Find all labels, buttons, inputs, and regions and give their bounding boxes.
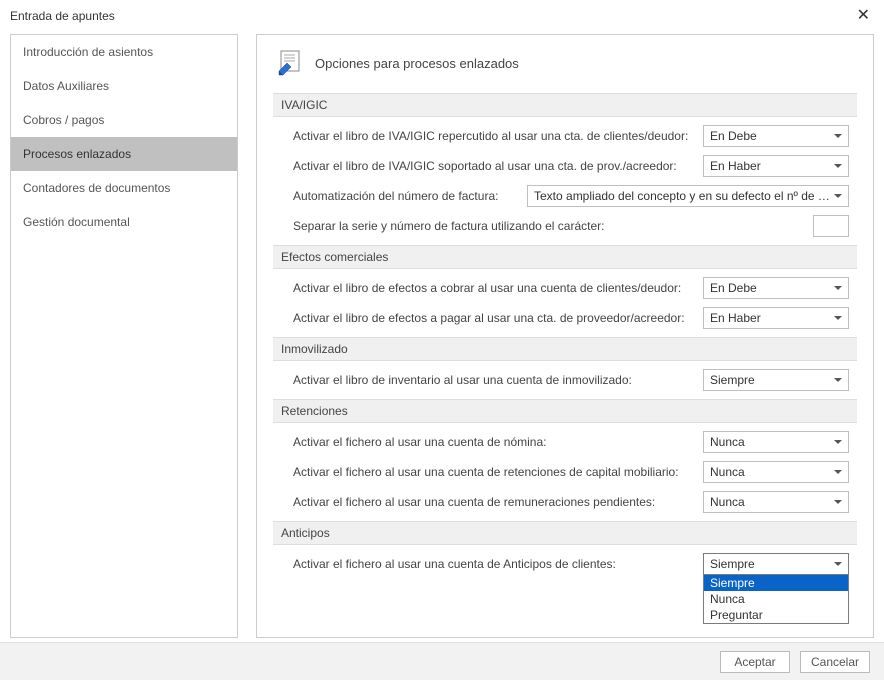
sidebar-item-datos-auxiliares[interactable]: Datos Auxiliares [11, 69, 237, 103]
label-inventario: Activar el libro de inventario al usar u… [293, 373, 693, 387]
window-title: Entrada de apuntes [10, 9, 115, 23]
cancel-button[interactable]: Cancelar [800, 651, 870, 673]
combo-inventario[interactable]: Siempre [703, 369, 849, 391]
row-efectos-cobrar: Activar el libro de efectos a cobrar al … [273, 273, 857, 303]
label-autofactura: Automatización del número de factura: [293, 189, 498, 203]
row-ret-nomina: Activar el fichero al usar una cuenta de… [273, 427, 857, 457]
dropdown-item-siempre[interactable]: Siempre [704, 575, 848, 591]
chevron-down-icon [834, 194, 842, 198]
row-efectos-pagar: Activar el libro de efectos a pagar al u… [273, 303, 857, 333]
chevron-down-icon [834, 286, 842, 290]
titlebar: Entrada de apuntes ✕ [0, 0, 884, 30]
combo-ret-nomina[interactable]: Nunca [703, 431, 849, 453]
row-ret-remun: Activar el fichero al usar una cuenta de… [273, 487, 857, 517]
content-area: Introducción de asientos Datos Auxiliare… [0, 30, 884, 638]
label-ret-capital: Activar el fichero al usar una cuenta de… [293, 465, 693, 479]
sidebar-item-introduccion[interactable]: Introducción de asientos [11, 35, 237, 69]
sidebar-item-contadores[interactable]: Contadores de documentos [11, 171, 237, 205]
combo-autofactura[interactable]: Texto ampliado del concepto y en su defe… [527, 185, 849, 207]
main-title: Opciones para procesos enlazados [315, 56, 519, 71]
chevron-down-icon [834, 500, 842, 504]
chevron-down-icon [834, 440, 842, 444]
combo-iva-soportado[interactable]: En Haber [703, 155, 849, 177]
combo-iva-repercutido[interactable]: En Debe [703, 125, 849, 147]
dropdown-anticipos-clientes: Siempre Nunca Preguntar [703, 574, 849, 624]
label-iva-repercutido: Activar el libro de IVA/IGIC repercutido… [293, 129, 693, 143]
chevron-down-icon [834, 470, 842, 474]
combo-ret-remun[interactable]: Nunca [703, 491, 849, 513]
sidebar-item-cobros-pagos[interactable]: Cobros / pagos [11, 103, 237, 137]
label-ret-nomina: Activar el fichero al usar una cuenta de… [293, 435, 693, 449]
chevron-down-icon [834, 164, 842, 168]
sidebar: Introducción de asientos Datos Auxiliare… [10, 34, 238, 638]
combo-anticipos-clientes[interactable]: Siempre Siempre Nunca Preguntar [703, 553, 849, 575]
label-ret-remun: Activar el fichero al usar una cuenta de… [293, 495, 693, 509]
main-panel: Opciones para procesos enlazados IVA/IGI… [256, 34, 874, 638]
combo-ret-capital[interactable]: Nunca [703, 461, 849, 483]
footer: Aceptar Cancelar [0, 642, 884, 680]
sidebar-item-gestion-documental[interactable]: Gestión documental [11, 205, 237, 239]
row-iva-repercutido: Activar el libro de IVA/IGIC repercutido… [273, 121, 857, 151]
label-efectos-cobrar: Activar el libro de efectos a cobrar al … [293, 281, 693, 295]
section-header-inmovilizado: Inmovilizado [273, 337, 857, 361]
section-header-anticipos: Anticipos [273, 521, 857, 545]
row-iva-soportado: Activar el libro de IVA/IGIC soportado a… [273, 151, 857, 181]
chevron-down-icon [834, 134, 842, 138]
label-separador: Separar la serie y número de factura uti… [293, 219, 803, 233]
input-separador[interactable] [813, 215, 849, 237]
row-inventario: Activar el libro de inventario al usar u… [273, 365, 857, 395]
linked-process-icon [277, 49, 305, 77]
label-iva-soportado: Activar el libro de IVA/IGIC soportado a… [293, 159, 693, 173]
section-header-retenciones: Retenciones [273, 399, 857, 423]
label-efectos-pagar: Activar el libro de efectos a pagar al u… [293, 311, 693, 325]
close-icon[interactable]: ✕ [853, 8, 874, 24]
accept-button[interactable]: Aceptar [720, 651, 790, 673]
chevron-down-icon [834, 316, 842, 320]
chevron-down-icon [834, 562, 842, 566]
chevron-down-icon [834, 378, 842, 382]
row-autofactura: Automatización del número de factura: Te… [273, 181, 857, 211]
combo-efectos-pagar[interactable]: En Haber [703, 307, 849, 329]
section-header-efectos: Efectos comerciales [273, 245, 857, 269]
row-separador: Separar la serie y número de factura uti… [273, 211, 857, 241]
combo-efectos-cobrar[interactable]: En Debe [703, 277, 849, 299]
section-header-iva: IVA/IGIC [273, 93, 857, 117]
row-anticipos-clientes: Activar el fichero al usar una cuenta de… [273, 549, 857, 579]
dropdown-item-preguntar[interactable]: Preguntar [704, 607, 848, 623]
label-anticipos-clientes: Activar el fichero al usar una cuenta de… [293, 557, 693, 571]
dropdown-item-nunca[interactable]: Nunca [704, 591, 848, 607]
main-header: Opciones para procesos enlazados [273, 49, 857, 77]
sidebar-item-procesos-enlazados[interactable]: Procesos enlazados [11, 137, 237, 171]
row-ret-capital: Activar el fichero al usar una cuenta de… [273, 457, 857, 487]
